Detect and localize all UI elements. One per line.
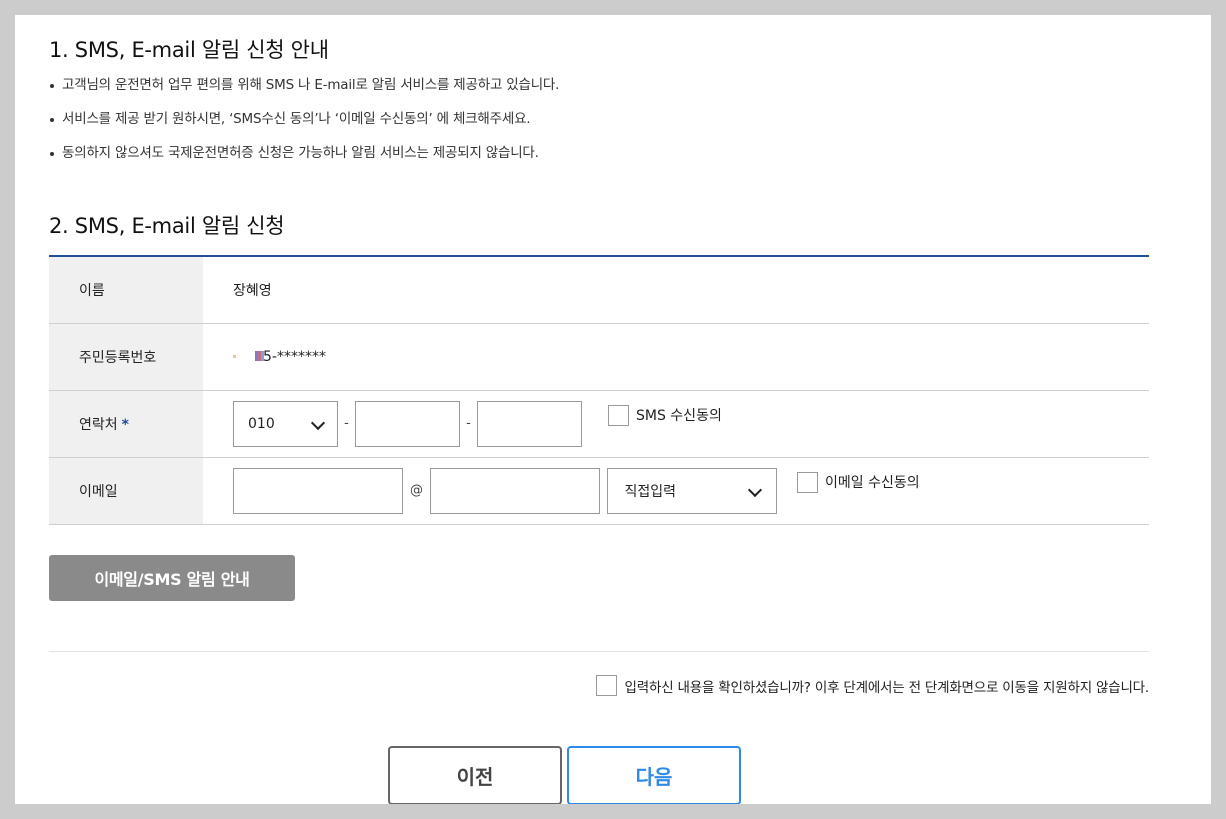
email-consent-checkbox[interactable]: 이메일 수신동의 [797,471,920,493]
notice-item: 서비스를 제공 받기 원하시면, ‘SMS수신 동의’나 ‘이메일 수신동의’ … [49,109,559,143]
email-consent-label: 이메일 수신동의 [825,475,920,491]
next-button[interactable]: 다음 [567,746,741,804]
sms-consent-label: SMS 수신동의 [636,408,722,424]
confirm-checkbox[interactable]: 입력하신 내용을 확인하셨습니까? 이후 단계에서는 전 단계화면으로 이동을 … [595,675,1150,696]
phone-separator: - [344,416,349,431]
phone-prefix-select[interactable]: 010 [233,400,338,447]
checkbox-icon[interactable] [608,404,629,426]
row-name: 이름 장혜영 [49,256,1149,324]
notice-list: 고객님의 운전면허 업무 편의를 위해 SMS 나 E-mail로 알림 서비스… [49,75,559,177]
required-mark: * [121,416,129,433]
chevron-down-icon [311,418,323,430]
chevron-down-icon [748,485,760,497]
phone-prefix-value: 010 [248,415,275,432]
email-domain-select-value: 직접입력 [624,483,676,500]
email-domain-select[interactable]: 직접입력 [607,467,778,514]
name-label: 이름 [49,256,203,324]
phone-last-input[interactable] [477,400,582,447]
phone-separator: - [466,416,471,431]
confirm-text: 입력하신 내용을 확인하셨습니까? 이후 단계에서는 전 단계화면으로 이동을 … [624,679,1150,696]
email-sms-guide-button[interactable]: 이메일/SMS 알림 안내 [49,555,295,601]
ssn-label: 주민등록번호 [49,323,203,391]
row-email: 이메일 @ 직접입력 이메일 수신동의 [49,457,1149,525]
name-value: 장혜영 [203,256,1149,324]
phone-middle-input[interactable] [355,400,460,447]
notice-item: 동의하지 않으셔도 국제운전면허증 신청은 가능하나 알림 서비스는 제공되지 … [49,143,559,177]
email-at-sign: @ [410,483,423,498]
divider [49,651,1149,652]
section2-title: 2. SMS, E-mail 알림 신청 [49,214,285,238]
prev-button[interactable]: 이전 [388,746,562,804]
ssn-masked-icon [233,350,264,363]
phone-label: 연락처 * [49,390,203,458]
checkbox-icon[interactable] [595,675,617,696]
email-label: 이메일 [49,457,203,525]
email-cell: @ 직접입력 이메일 수신동의 [203,457,1149,525]
email-domain-input[interactable] [430,467,600,514]
application-form: 이름 장혜영 주민등록번호 5-******* 연락처 * 010 - - SM… [49,255,1149,525]
ssn-value: 5-******* [263,348,326,365]
email-local-input[interactable] [233,467,403,514]
phone-cell: 010 - - SMS 수신동의 [203,390,1149,458]
sms-consent-checkbox[interactable]: SMS 수신동의 [608,404,722,426]
row-ssn: 주민등록번호 5-******* [49,323,1149,391]
page: 1. SMS, E-mail 알림 신청 안내 고객님의 운전면허 업무 편의를… [15,15,1211,804]
notice-item: 고객님의 운전면허 업무 편의를 위해 SMS 나 E-mail로 알림 서비스… [49,75,559,109]
phone-label-text: 연락처 [79,416,118,433]
section1-title: 1. SMS, E-mail 알림 신청 안내 [49,38,329,62]
row-phone: 연락처 * 010 - - SMS 수신동의 [49,390,1149,458]
checkbox-icon[interactable] [797,471,818,493]
ssn-cell: 5-******* [203,323,1149,391]
